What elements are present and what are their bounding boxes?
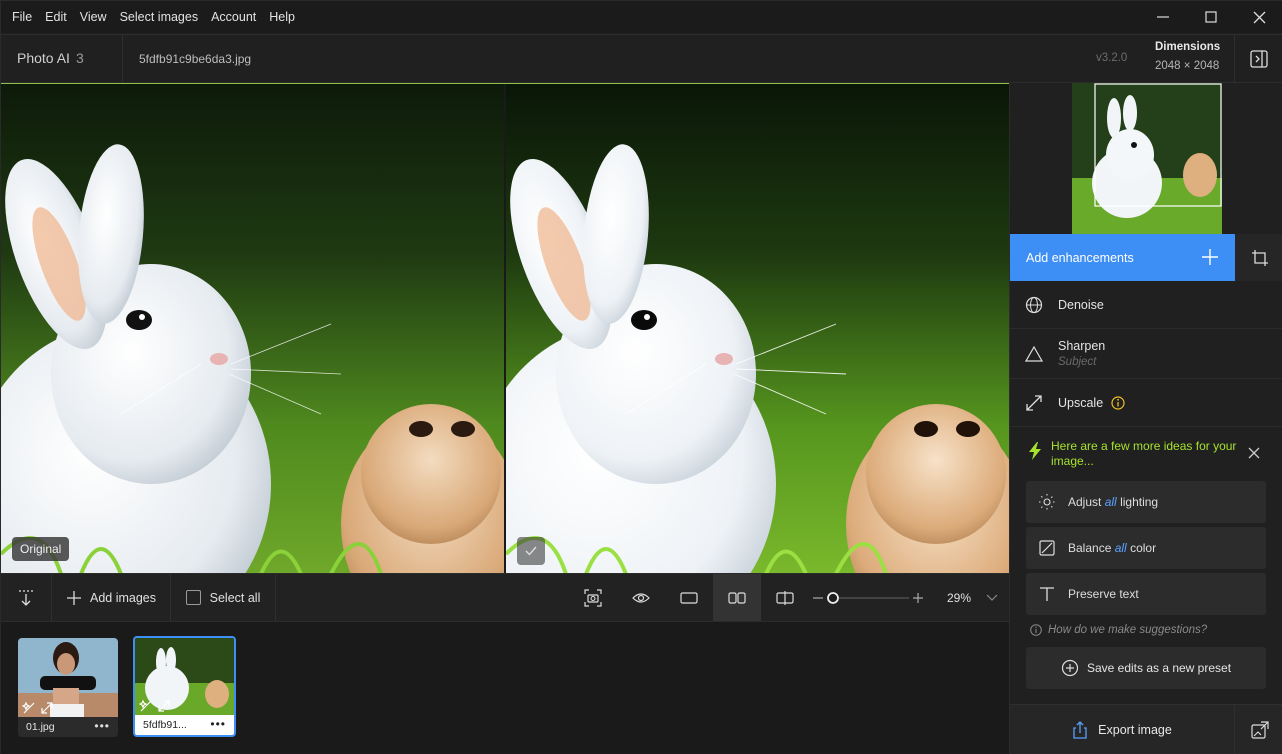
how-suggestions-link[interactable]: How do we make suggestions? [1030, 624, 1207, 636]
maximize-button[interactable] [1187, 1, 1235, 33]
more-options-icon[interactable]: ••• [210, 717, 226, 731]
enhance-icon [22, 701, 35, 714]
dimensions-value: 2048 × 2048 [1155, 60, 1220, 72]
lightning-icon [1029, 442, 1041, 460]
close-button[interactable] [1235, 1, 1282, 33]
enhanced-image [506, 84, 1009, 574]
enhanced-check-badge [517, 537, 545, 565]
single-view-icon [680, 591, 698, 604]
suggestion-adjust-lighting[interactable]: Adjust all lighting [1026, 481, 1266, 523]
side-by-side-icon [728, 591, 746, 604]
chevron-down-icon [986, 594, 998, 601]
screenshot-button[interactable] [569, 574, 617, 621]
thumbnail-02[interactable]: 5fdfb91... ••• [133, 636, 236, 737]
filmstrip: 01.jpg ••• 5fdfb91... ••• [1, 622, 1009, 754]
sharpen-model: Subject [1058, 356, 1097, 368]
zoom-dropdown[interactable] [981, 574, 1003, 621]
plus-icon [1202, 249, 1218, 265]
ideas-heading: Here are a few more ideas for your image… [1051, 439, 1237, 468]
menu-view[interactable]: View [80, 10, 107, 24]
menu-edit[interactable]: Edit [45, 10, 67, 24]
eye-icon [632, 592, 650, 603]
add-enhancements-button[interactable]: Add enhancements [1010, 234, 1235, 281]
select-all-checkbox[interactable]: Select all [171, 574, 275, 621]
suggestion-preserve-text[interactable]: Preserve text [1026, 573, 1266, 615]
panel-toggle-icon [1250, 50, 1268, 68]
sharpen-icon [1025, 345, 1043, 362]
export-image-button[interactable]: Export image [1010, 704, 1234, 754]
preview-toggle-button[interactable] [617, 574, 665, 621]
enhanced-pane[interactable] [506, 84, 1009, 574]
image-export-icon [1250, 720, 1269, 739]
app-title: Photo AI 3 [17, 50, 84, 66]
capture-icon [584, 588, 602, 607]
zoom-in-icon [913, 593, 923, 603]
dimensions-label: Dimensions [1155, 41, 1221, 53]
lighting-icon [1039, 494, 1055, 510]
original-badge: Original [12, 537, 70, 561]
app-window: File Edit View Select images Account Hel… [0, 0, 1282, 754]
menu-bar: File Edit View Select images Account Hel… [1, 1, 1282, 33]
title-bar: Photo AI 3 5fdfb91c9be6da3.jpg v3.2.0 Dim… [1, 34, 1282, 83]
minimize-button[interactable] [1139, 1, 1187, 33]
app-version: v3.2.0 [1096, 52, 1128, 64]
file-name: 5fdfb91c9be6da3.jpg [139, 52, 252, 66]
arrow-down-icon [19, 589, 33, 606]
menu-help[interactable]: Help [269, 10, 295, 24]
save-preset-button[interactable]: Save edits as a new preset [1026, 647, 1266, 689]
enhancement-sharpen[interactable]: Sharpen Subject [1010, 329, 1282, 379]
upscale-icon [41, 702, 53, 714]
color-balance-icon [1039, 540, 1055, 556]
zoom-slider[interactable] [813, 592, 925, 604]
plus-circle-icon [1061, 659, 1079, 677]
zoom-level[interactable]: 29% [947, 591, 971, 605]
enhancement-denoise[interactable]: Denoise [1010, 281, 1282, 329]
enhance-icon [139, 699, 152, 712]
text-icon [1040, 587, 1054, 601]
export-settings-button[interactable] [1234, 704, 1282, 754]
thumbnail-01[interactable]: 01.jpg ••• [18, 638, 118, 737]
check-icon [525, 546, 537, 556]
denoise-icon [1025, 296, 1043, 313]
view-toolbar: Add images Select all 29% [1, 573, 1009, 622]
collapse-filmstrip-button[interactable] [1, 574, 51, 621]
plus-icon [66, 590, 81, 605]
image-viewer[interactable]: Original [1, 83, 1009, 574]
panel-toggle-button[interactable] [1234, 35, 1282, 83]
suggestion-balance-color[interactable]: Balance all color [1026, 527, 1266, 569]
info-warning-icon[interactable] [1111, 395, 1125, 410]
original-pane[interactable] [1, 84, 504, 574]
single-view-button[interactable] [665, 574, 713, 621]
zoom-slider-thumb [827, 592, 839, 604]
menu-account[interactable]: Account [211, 10, 256, 24]
upscale-icon [158, 700, 170, 712]
add-images-button[interactable]: Add images [52, 574, 170, 621]
split-view-icon [776, 590, 794, 605]
split-view-button[interactable] [761, 574, 809, 621]
crop-icon [1251, 249, 1268, 266]
more-options-icon[interactable]: ••• [94, 719, 110, 733]
navigator-preview[interactable] [1072, 83, 1222, 234]
info-icon [1030, 624, 1042, 636]
enhancement-upscale[interactable]: Upscale [1010, 379, 1282, 427]
side-by-side-view-button[interactable] [713, 574, 761, 621]
upscale-icon [1026, 394, 1042, 411]
right-panel: Add enhancements Denoise Sharpen Subject… [1009, 83, 1282, 754]
dismiss-ideas-icon[interactable] [1248, 447, 1260, 459]
menu-file[interactable]: File [12, 10, 32, 24]
checkbox[interactable] [185, 590, 201, 605]
export-icon [1073, 720, 1087, 739]
original-image [1, 84, 504, 574]
menu-select-images[interactable]: Select images [120, 10, 199, 24]
crop-button[interactable] [1235, 234, 1282, 281]
